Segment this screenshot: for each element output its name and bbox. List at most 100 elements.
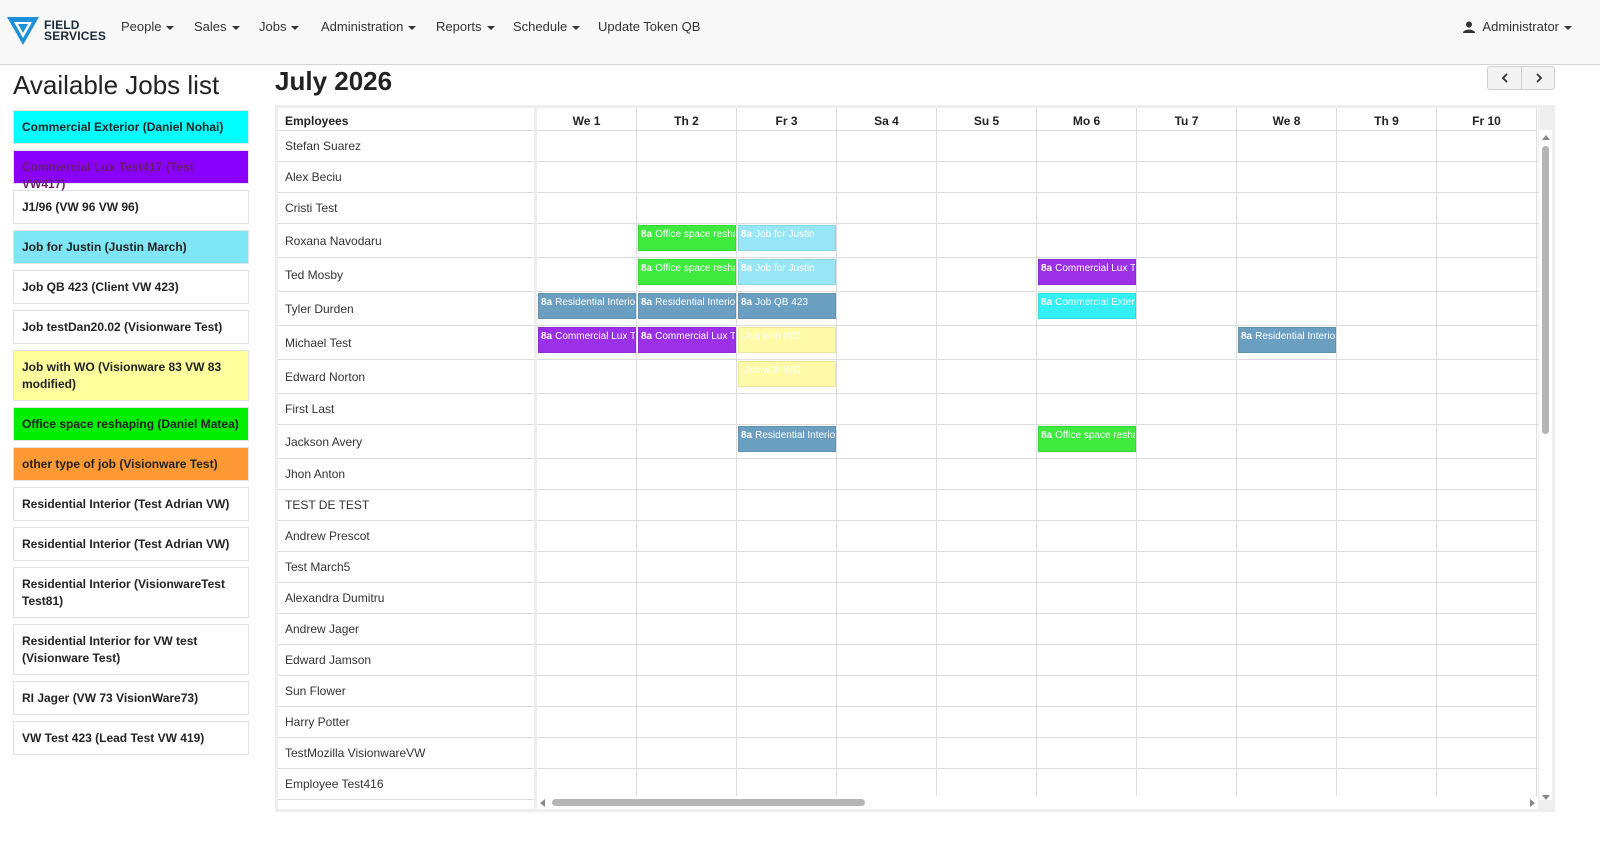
nav-sales-label: Sales (194, 19, 227, 34)
employee-row-label: TestMozilla VisionwareVW (278, 738, 534, 769)
event-time: 8a (641, 263, 653, 274)
job-list-item[interactable]: Job with WO (Visionware 83 VW 83 modifie… (13, 350, 249, 401)
caret-down-icon (486, 25, 495, 30)
employee-row-divider (537, 223, 1538, 224)
job-list-item[interactable]: Residential Interior (VisionwareTest Tes… (13, 567, 249, 618)
scroll-up-arrow-icon[interactable] (1542, 135, 1550, 140)
event-title: Office space resha (655, 263, 736, 274)
event-title: Commercial Exteri (1055, 297, 1136, 308)
schedule-event[interactable]: 8a Commercial Lux Te (1038, 259, 1136, 285)
nav-update-token-qb[interactable]: Update Token QB (598, 19, 700, 34)
employee-row-label: Ted Mosby (278, 258, 534, 292)
schedule-event[interactable]: 8a Commercial Exteri (1038, 293, 1136, 319)
event-title: Residential Interior (555, 297, 636, 308)
calendar-title: July 2026 (275, 66, 393, 96)
horizontal-scroll-thumb[interactable] (552, 799, 865, 806)
schedule-event[interactable]: 8a Office space resha (1038, 426, 1136, 452)
job-list-item[interactable]: Commercial Lux Test417 (Test VW417) (13, 150, 249, 191)
event-time: 8a (1241, 331, 1253, 342)
job-list-item[interactable]: Residential Interior for VW test (Vision… (13, 624, 249, 675)
employee-row-label: TEST DE TEST (278, 490, 534, 521)
field-services-logo[interactable]: FIELD SERVICES (6, 14, 110, 48)
schedule-event[interactable]: 8a Office space resha (638, 225, 736, 251)
employee-row-divider (537, 551, 1538, 552)
schedule-event[interactable]: 8a Office space resha (638, 259, 736, 285)
prev-button[interactable] (1488, 67, 1522, 89)
job-list-item[interactable]: J1/96 (VW 96 VW 96) (13, 190, 249, 224)
job-list-item[interactable]: Job QB 423 (Client VW 423) (13, 270, 249, 304)
scroll-down-arrow-icon[interactable] (1542, 795, 1550, 800)
caret-down-icon (572, 25, 581, 30)
job-list-item[interactable]: RI Jager (VW 73 VisionWare73) (13, 681, 249, 715)
employee-row-partial (278, 800, 534, 809)
event-title: Job with WO (744, 331, 801, 342)
event-title: Office space resha (655, 229, 736, 240)
schedule-event[interactable]: 8a Commercial Lux Te (538, 327, 636, 353)
nav-reports-label: Reports (436, 19, 482, 34)
nav-reports[interactable]: Reports (436, 19, 495, 34)
schedule-event[interactable]: 8a Job QB 423 (738, 293, 836, 319)
job-list-item[interactable]: Job for Justin (Justin March) (13, 230, 249, 264)
day-header: We 1 (537, 108, 637, 131)
scroll-right-arrow-icon[interactable] (1530, 799, 1535, 807)
schedule-event[interactable]: 8a Residential Interior (1238, 327, 1336, 353)
scheduler: Employees Stefan Suarez Alex Beciu Cristi … (275, 105, 1555, 812)
logo-icon (7, 17, 39, 45)
nav-schedule[interactable]: Schedule (513, 19, 581, 34)
job-list-item[interactable]: Office space reshaping (Daniel Matea) (13, 407, 249, 441)
day-header: Tu 7 (1137, 108, 1237, 131)
nav-sales[interactable]: Sales (194, 19, 240, 34)
employee-row-divider (537, 675, 1538, 676)
job-list-item[interactable]: other type of job (Visionware Test) (13, 447, 249, 481)
employee-row-divider (537, 161, 1538, 162)
user-icon (1463, 21, 1476, 33)
brand-text: FIELD SERVICES (44, 19, 106, 42)
employee-row-label: Sun Flower (278, 676, 534, 707)
day-header: Th 2 (637, 108, 737, 131)
horizontal-scrollbar[interactable] (537, 796, 1538, 809)
caret-down-icon (166, 25, 175, 30)
employee-row-divider (537, 768, 1538, 769)
event-title: Residential Interior (655, 297, 736, 308)
nav-jobs[interactable]: Jobs (259, 19, 300, 34)
event-time: 8a (741, 297, 753, 308)
nav-administration[interactable]: Administration (321, 19, 417, 34)
day-header: Su 5 (937, 108, 1037, 131)
employee-row-label: First Last (278, 394, 534, 425)
employee-row-divider (537, 393, 1538, 394)
event-time: 8a (1041, 263, 1053, 274)
job-list-item[interactable]: Residential Interior (Test Adrian VW) (13, 527, 249, 561)
employee-row-divider (537, 520, 1538, 521)
day-header: Mo 6 (1037, 108, 1137, 131)
schedule-event[interactable]: 8a Residential Interior (538, 293, 636, 319)
scroll-left-arrow-icon[interactable] (540, 799, 545, 807)
event-time: 8a (741, 263, 753, 274)
employee-row-divider (537, 192, 1538, 193)
day-header: Th 9 (1337, 108, 1437, 131)
vertical-scroll-thumb[interactable] (1542, 146, 1549, 434)
schedule-event[interactable]: 8a Commercial Lux Te (638, 327, 736, 353)
vertical-scrollbar[interactable] (1539, 130, 1552, 800)
schedule-event[interactable]: 8a Residential Interior (738, 426, 836, 452)
next-button[interactable] (1522, 67, 1556, 89)
nav-people[interactable]: People (121, 19, 175, 34)
schedule-event[interactable]: 8a Job for Justin (738, 225, 836, 251)
chevron-right-icon (1536, 73, 1543, 83)
employee-row-divider (537, 582, 1538, 583)
job-list-item[interactable]: Commercial Exterior (Daniel Nohai) (13, 110, 249, 144)
timeline-grid[interactable]: We 1 Th 2 Fr 3 Sa 4 Su 5 Mo 6 Tu 7 We 8 Th 9 Fr 1… (537, 108, 1538, 809)
day-header: Fr 10 (1437, 108, 1537, 131)
schedule-event[interactable]: Job with WO (738, 327, 836, 353)
schedule-event[interactable]: 8a Job for Justin (738, 259, 836, 285)
event-title: Job for Justin (755, 229, 815, 240)
user-menu[interactable]: Administrator (1463, 19, 1572, 34)
employee-row-divider (537, 706, 1538, 707)
user-name: Administrator (1482, 19, 1559, 34)
event-title: Job with WO (744, 365, 801, 376)
event-title: Commercial Lux Te (1055, 263, 1136, 274)
job-list-item[interactable]: Residential Interior (Test Adrian VW) (13, 487, 249, 521)
schedule-event[interactable]: Job with WO (738, 361, 836, 387)
job-list-item[interactable]: Job testDan20.02 (Visionware Test) (13, 310, 249, 344)
job-list-item[interactable]: VW Test 423 (Lead Test VW 419) (13, 721, 249, 755)
schedule-event[interactable]: 8a Residential Interior (638, 293, 736, 319)
